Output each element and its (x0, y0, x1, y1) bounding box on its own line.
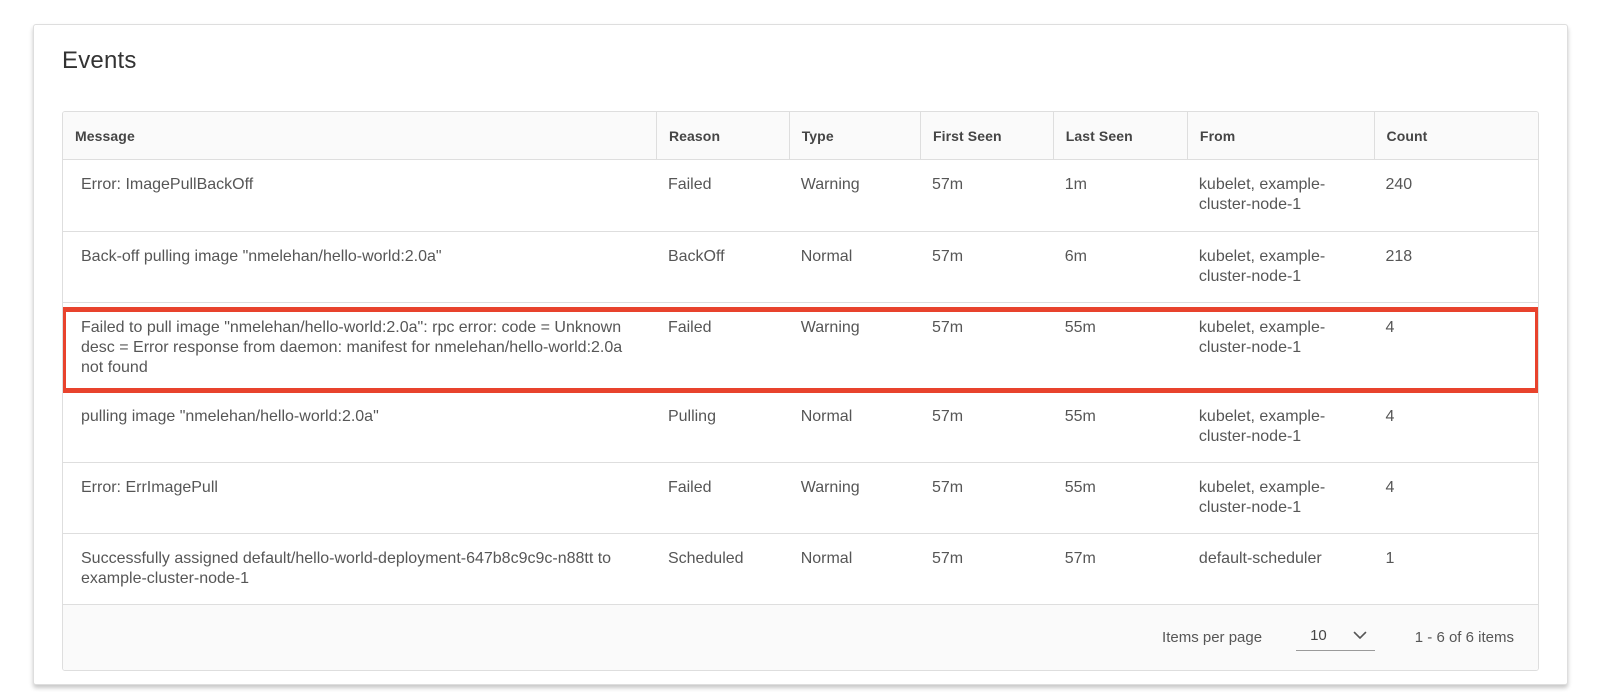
cell-type: Warning (789, 463, 920, 511)
cell-from: kubelet, example-cluster-node-1 (1187, 392, 1374, 460)
items-per-page-select[interactable]: 10 (1296, 625, 1375, 651)
cell-first-seen: 57m (920, 534, 1053, 582)
page-size-value: 10 (1310, 627, 1327, 644)
cell-last-seen: 55m (1053, 303, 1187, 351)
column-header-message: Message (63, 112, 656, 159)
cell-first-seen: 57m (920, 463, 1053, 511)
table-row: Successfully assigned default/hello-worl… (63, 533, 1538, 604)
events-card: Events Message Reason Type First Seen La… (33, 24, 1568, 685)
events-table: Message Reason Type First Seen Last Seen… (62, 111, 1539, 671)
cell-last-seen: 6m (1053, 232, 1187, 280)
pagination-range: 1 - 6 of 6 items (1415, 629, 1514, 646)
cell-type: Warning (789, 303, 920, 351)
table-header-row: Message Reason Type First Seen Last Seen… (63, 112, 1538, 160)
table-row: Error: ImagePullBackOff Failed Warning 5… (63, 160, 1538, 231)
cell-message: pulling image "nmelehan/hello-world:2.0a… (63, 392, 656, 440)
page-title: Events (62, 47, 1539, 75)
cell-count: 1 (1374, 534, 1538, 582)
cell-message: Error: ImagePullBackOff (63, 160, 656, 208)
cell-reason: Pulling (656, 392, 789, 440)
cell-count: 4 (1374, 392, 1538, 440)
cell-last-seen: 57m (1053, 534, 1187, 582)
column-header-first-seen: First Seen (920, 112, 1053, 159)
items-per-page-label: Items per page (1162, 629, 1262, 646)
cell-from: kubelet, example-cluster-node-1 (1187, 463, 1374, 531)
table-row: Failed to pull image "nmelehan/hello-wor… (63, 302, 1538, 391)
cell-count: 240 (1374, 160, 1538, 208)
cell-from: kubelet, example-cluster-node-1 (1187, 303, 1374, 371)
chevron-down-icon (1353, 631, 1367, 640)
cell-last-seen: 55m (1053, 392, 1187, 440)
cell-first-seen: 57m (920, 232, 1053, 280)
cell-count: 4 (1374, 463, 1538, 511)
table-row: Back-off pulling image "nmelehan/hello-w… (63, 231, 1538, 302)
table-row: pulling image "nmelehan/hello-world:2.0a… (63, 391, 1538, 462)
cell-reason: Failed (656, 160, 789, 208)
cell-count: 218 (1374, 232, 1538, 280)
column-header-last-seen: Last Seen (1053, 112, 1187, 159)
cell-message: Error: ErrImagePull (63, 463, 656, 511)
cell-message: Back-off pulling image "nmelehan/hello-w… (63, 232, 656, 280)
cell-first-seen: 57m (920, 392, 1053, 440)
cell-type: Normal (789, 232, 920, 280)
cell-first-seen: 57m (920, 303, 1053, 351)
cell-from: default-scheduler (1187, 534, 1374, 582)
column-header-from: From (1187, 112, 1374, 159)
column-header-reason: Reason (656, 112, 789, 159)
cell-reason: Failed (656, 303, 789, 351)
cell-first-seen: 57m (920, 160, 1053, 208)
table-footer: Items per page 10 1 - 6 of 6 items (63, 604, 1538, 670)
cell-message: Successfully assigned default/hello-worl… (63, 534, 656, 602)
table-row: Error: ErrImagePull Failed Warning 57m 5… (63, 462, 1538, 533)
cell-last-seen: 55m (1053, 463, 1187, 511)
cell-type: Normal (789, 534, 920, 582)
cell-from: kubelet, example-cluster-node-1 (1187, 232, 1374, 300)
column-header-count: Count (1374, 112, 1538, 159)
cell-from: kubelet, example-cluster-node-1 (1187, 160, 1374, 228)
cell-reason: Scheduled (656, 534, 789, 582)
cell-message: Failed to pull image "nmelehan/hello-wor… (63, 303, 656, 391)
column-header-type: Type (789, 112, 920, 159)
cell-count: 4 (1374, 303, 1538, 351)
cell-reason: Failed (656, 463, 789, 511)
cell-last-seen: 1m (1053, 160, 1187, 208)
cell-type: Normal (789, 392, 920, 440)
cell-reason: BackOff (656, 232, 789, 280)
cell-type: Warning (789, 160, 920, 208)
